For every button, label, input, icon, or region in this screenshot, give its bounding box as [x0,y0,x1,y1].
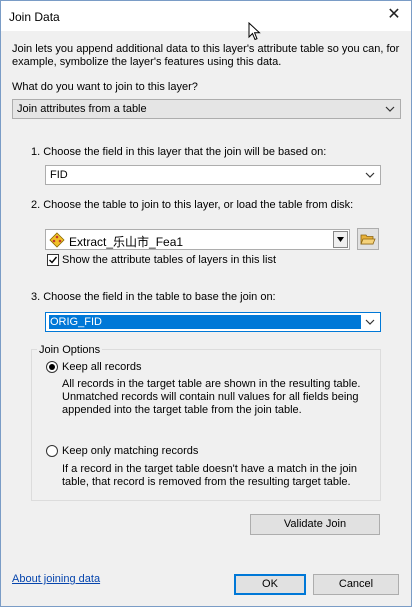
folder-open-icon [360,234,376,245]
keep-matching-records-label: Keep only matching records [62,445,199,457]
title-bar: Join Data ✕ [1,1,411,31]
keep-matching-records-radio[interactable] [46,445,58,457]
close-icon[interactable]: ✕ [385,6,403,24]
keep-matching-records-description: If a record in the target table doesn't … [62,463,358,488]
keep-all-records-description: All records in the target table are show… [62,378,361,416]
join-table-field-text: ORIG_FID [50,316,102,328]
dialog-body: Join lets you append additional data to … [1,31,411,606]
table-layer-icon [49,232,65,248]
cancel-button[interactable]: Cancel [313,574,399,595]
keep-all-records-label: Keep all records [62,361,142,373]
join-table-value: Extract_乐山市_Fea1 [69,235,184,249]
chevron-down-icon [365,172,375,178]
show-attribute-tables-label: Show the attribute tables of layers in t… [62,254,276,266]
chevron-down-icon [365,319,375,325]
join-question-label: What do you want to join to this layer? [12,81,198,93]
open-folder-button[interactable] [357,228,379,250]
join-type-dropdown[interactable]: Join attributes from a table [12,99,401,119]
about-joining-data-link[interactable]: About joining data [12,573,100,585]
join-type-value: Join attributes from a table [17,103,147,115]
step1-label: 1. Choose the field in this layer that t… [31,146,327,158]
step2-label: 2. Choose the table to join to this laye… [31,199,354,211]
join-table-field-dropdown[interactable]: ORIG_FID ORIG_FID [45,312,381,332]
ok-button[interactable]: OK [234,574,306,595]
intro-text: Join lets you append additional data to … [12,43,400,68]
join-options-title: Join Options [37,344,103,356]
chevron-down-icon [385,106,395,112]
dropdown-arrow-icon [333,231,348,248]
layer-field-dropdown[interactable]: FID [45,165,381,185]
step3-label: 3. Choose the field in the table to base… [31,291,276,303]
layer-field-value: FID [50,169,68,181]
keep-all-records-radio[interactable] [46,361,58,373]
show-attribute-tables-checkbox[interactable] [47,254,59,266]
validate-join-button[interactable]: Validate Join [250,514,380,535]
mouse-cursor-icon [248,22,261,41]
window-title: Join Data [9,10,60,24]
checkmark-icon [49,256,58,264]
join-data-dialog: Join Data ✕ Join lets you append additio… [0,0,412,607]
join-table-dropdown[interactable]: Extract_乐山市_Fea1 [45,229,350,250]
